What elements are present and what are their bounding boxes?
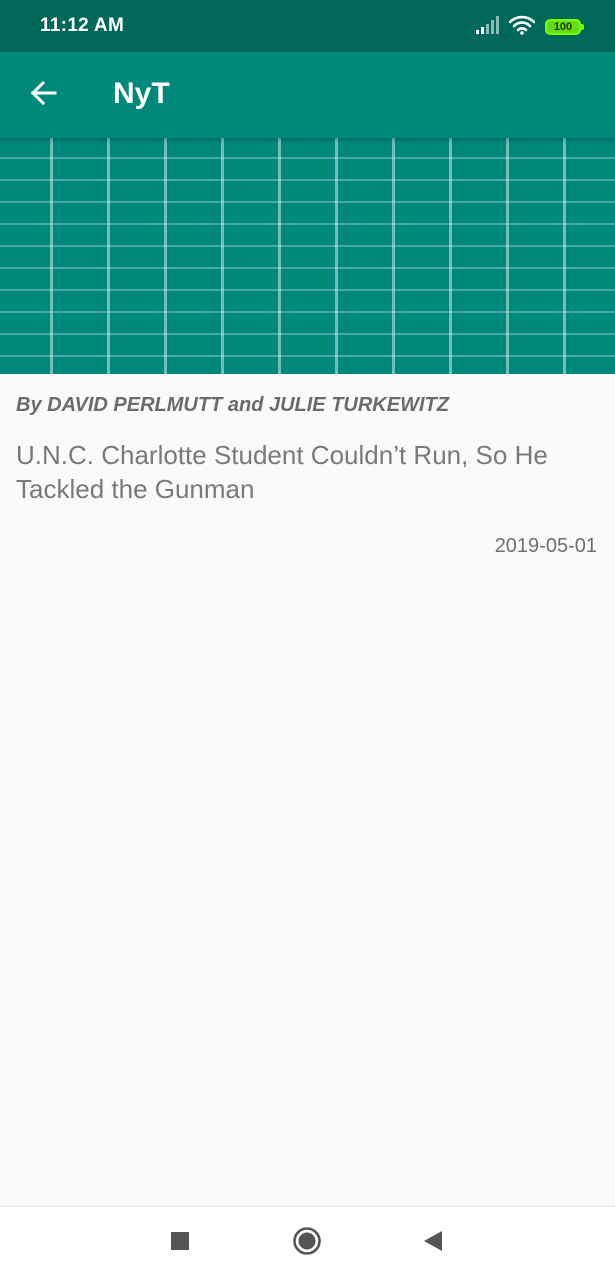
wifi-icon (508, 15, 536, 40)
recents-button[interactable] (158, 1221, 202, 1265)
back-triangle-icon (422, 1230, 444, 1257)
recents-square-icon (170, 1231, 190, 1256)
back-button[interactable] (18, 70, 68, 120)
article-headline: U.N.C. Charlotte Student Couldn’t Run, S… (16, 440, 548, 504)
app-bar: NyT (0, 52, 615, 138)
app-title: NyT (113, 77, 170, 110)
article-hero-image (0, 138, 615, 374)
article-byline: By DAVID PERLMUTT and JULIE TURKEWITZ (16, 394, 449, 416)
arrow-left-icon (29, 79, 57, 112)
status-icons: 100 (475, 14, 584, 40)
screen: 11:12 AM 100 NyT By DAVID PERLMUTT and J… (0, 0, 615, 1280)
home-button[interactable] (285, 1221, 329, 1265)
navigation-bar (0, 1206, 615, 1280)
back-nav-button[interactable] (411, 1221, 455, 1265)
signal-icon (475, 15, 499, 39)
status-time: 11:12 AM (40, 15, 125, 36)
article-date: 2019-05-01 (494, 535, 597, 557)
battery-level: 100 (553, 21, 573, 33)
battery-icon: 100 (545, 19, 584, 35)
home-circle-icon (292, 1226, 322, 1261)
status-bar: 11:12 AM 100 (0, 0, 615, 52)
